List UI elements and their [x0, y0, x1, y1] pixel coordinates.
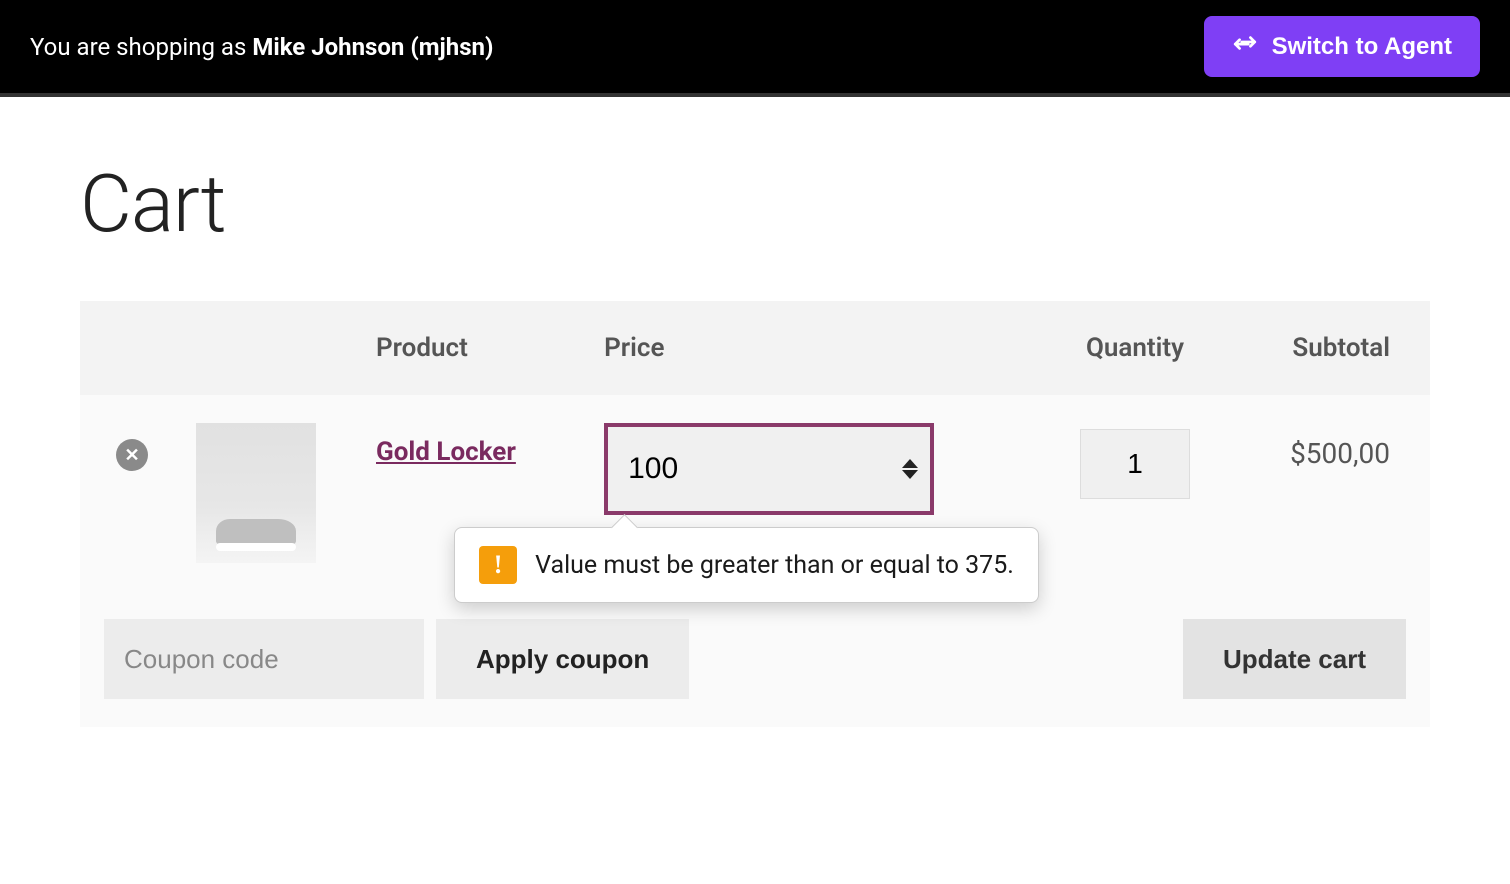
col-price: Price: [580, 301, 1039, 395]
validation-tooltip: ! Value must be greater than or equal to…: [454, 527, 1039, 603]
cart-actions-row: Apply coupon Update cart: [80, 591, 1430, 727]
price-input[interactable]: [604, 423, 934, 515]
coupon-code-input[interactable]: [104, 619, 424, 699]
cart-table-wrap: Product Price Quantity Subtotal ✕: [80, 301, 1430, 727]
shopping-as-bar: You are shopping as Mike Johnson (mjhsn)…: [0, 0, 1510, 97]
cart-row: ✕ Gold Locker: [80, 395, 1430, 591]
product-name-link[interactable]: Gold Locker: [376, 437, 516, 467]
price-stepper: [902, 459, 918, 479]
cart-table: Product Price Quantity Subtotal ✕: [80, 301, 1430, 727]
stepper-up-icon[interactable]: [902, 459, 918, 468]
update-cart-button[interactable]: Update cart: [1183, 619, 1406, 699]
page-title: Cart: [80, 157, 1430, 251]
close-icon: ✕: [124, 445, 139, 466]
product-thumbnail[interactable]: [196, 423, 316, 563]
shopping-as-user: Mike Johnson (mjhsn): [252, 33, 493, 61]
validation-message: Value must be greater than or equal to 3…: [535, 551, 1014, 580]
warning-icon: !: [479, 546, 517, 584]
col-subtotal: Subtotal: [1231, 301, 1430, 395]
switch-to-agent-label: Switch to Agent: [1272, 33, 1452, 61]
subtotal-value: $500,00: [1255, 423, 1406, 470]
shoe-icon: [216, 519, 296, 545]
switch-to-agent-button[interactable]: Switch to Agent: [1204, 16, 1480, 77]
shopping-as-prefix: You are shopping as: [30, 33, 252, 61]
swap-icon: [1232, 30, 1258, 63]
stepper-down-icon[interactable]: [902, 470, 918, 479]
col-product: Product: [352, 301, 580, 395]
remove-item-button[interactable]: ✕: [116, 439, 148, 471]
shopping-as-text: You are shopping as Mike Johnson (mjhsn): [30, 33, 493, 61]
col-quantity: Quantity: [1039, 301, 1231, 395]
quantity-input[interactable]: [1080, 429, 1190, 499]
apply-coupon-button[interactable]: Apply coupon: [436, 619, 689, 699]
